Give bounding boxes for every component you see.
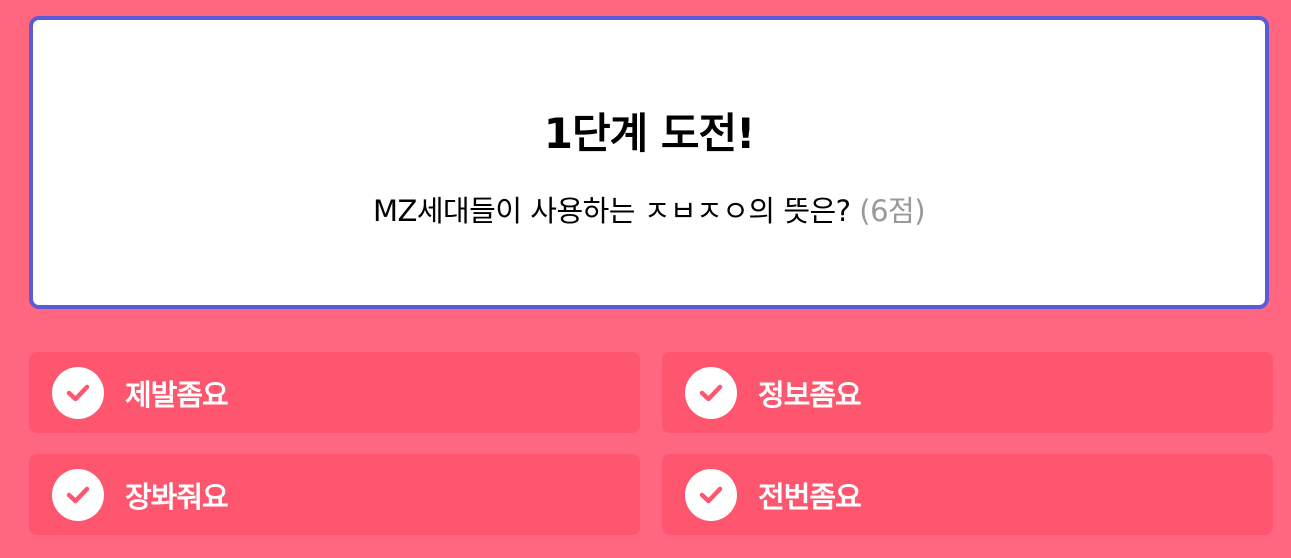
- check-circle-icon: [685, 469, 737, 521]
- answer-option-3[interactable]: 장봐줘요: [29, 454, 640, 535]
- question-points: (6점): [859, 194, 926, 228]
- answer-option-2[interactable]: 정보좀요: [662, 352, 1273, 433]
- check-circle-icon: [52, 469, 104, 521]
- answer-option-1[interactable]: 제발좀요: [29, 352, 640, 433]
- answer-option-label: 제발좀요: [125, 378, 229, 412]
- answer-option-label: 전번좀요: [758, 480, 862, 514]
- check-circle-icon: [52, 367, 104, 419]
- check-circle-icon: [685, 367, 737, 419]
- question-text: MZ세대들이 사용하는 ㅈㅂㅈㅇ의 뜻은?: [372, 194, 851, 228]
- question-line: MZ세대들이 사용하는 ㅈㅂㅈㅇ의 뜻은? (6점): [33, 188, 1265, 230]
- answer-option-4[interactable]: 전번좀요: [662, 454, 1273, 535]
- question-card: 1단계 도전! MZ세대들이 사용하는 ㅈㅂㅈㅇ의 뜻은? (6점): [29, 16, 1269, 309]
- stage-title: 1단계 도전!: [543, 109, 756, 158]
- answer-option-label: 장봐줘요: [125, 480, 229, 514]
- answer-option-label: 정보좀요: [758, 378, 862, 412]
